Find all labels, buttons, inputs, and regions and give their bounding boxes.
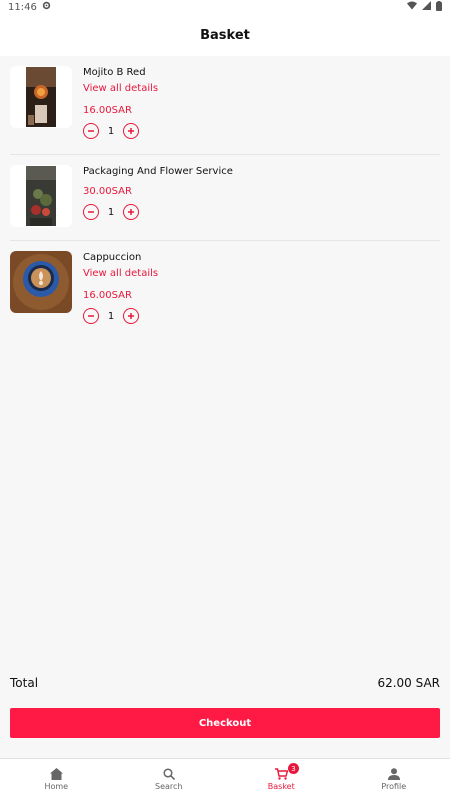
quantity-value: 1 [107, 310, 115, 322]
cart-icon [274, 768, 288, 780]
person-icon [387, 768, 400, 780]
decrease-button[interactable] [83, 204, 99, 220]
page-title: Basket [200, 27, 250, 43]
nav-label-basket: Basket [267, 782, 295, 791]
nav-label-profile: Profile [381, 782, 407, 791]
plus-icon [128, 313, 134, 319]
increase-button[interactable] [123, 308, 139, 324]
increase-button[interactable] [123, 123, 139, 139]
total-row: Total 62.00 SAR [10, 676, 440, 690]
nav-item-search[interactable]: Search [113, 759, 226, 800]
basket-item: Cappuccion View all details 16.00SAR 1 [10, 241, 440, 327]
battery-icon [436, 0, 442, 14]
nav-item-home[interactable]: Home [0, 759, 113, 800]
minus-icon [88, 211, 94, 213]
product-image[interactable] [10, 251, 72, 313]
quantity-stepper: 1 [83, 307, 440, 325]
quantity-stepper: 1 [83, 203, 440, 221]
basket-item: Mojito B Red View all details 16.00SAR 1 [10, 56, 440, 155]
total-value: 62.00 SAR [377, 676, 440, 690]
status-time: 11:46 [8, 1, 37, 13]
status-bar: 11:46 [0, 0, 450, 14]
view-details-link[interactable]: View all details [83, 267, 440, 281]
nav-item-basket[interactable]: 3 Basket [225, 759, 338, 800]
minus-icon [88, 315, 94, 317]
search-icon [163, 768, 175, 780]
signal-icon [422, 1, 431, 13]
item-price: 16.00SAR [83, 105, 132, 116]
minus-icon [88, 130, 94, 132]
basket-list: Mojito B Red View all details 16.00SAR 1 [0, 56, 450, 327]
item-price: 16.00SAR [83, 290, 132, 301]
plus-icon [128, 209, 134, 215]
view-details-link[interactable]: View all details [83, 82, 440, 96]
item-price: 30.00SAR [83, 186, 132, 197]
wifi-icon [407, 1, 417, 13]
total-label: Total [10, 676, 39, 690]
settings-gear-icon [42, 1, 51, 13]
quantity-stepper: 1 [83, 122, 440, 140]
quantity-value: 1 [107, 125, 115, 137]
bottom-nav: Home Search 3 Basket Profile [0, 758, 450, 800]
plus-icon [128, 128, 134, 134]
nav-item-profile[interactable]: Profile [338, 759, 450, 800]
home-icon [49, 768, 63, 780]
decrease-button[interactable] [83, 123, 99, 139]
checkout-button[interactable]: Checkout [10, 708, 440, 738]
product-image[interactable] [10, 165, 72, 227]
item-name: Mojito B Red [83, 67, 146, 78]
basket-item: Packaging And Flower Service 30.00SAR 1 [10, 155, 440, 241]
app-bar: Basket [0, 14, 450, 56]
decrease-button[interactable] [83, 308, 99, 324]
basket-count-badge: 3 [288, 763, 299, 774]
nav-label-search: Search [155, 782, 183, 791]
increase-button[interactable] [123, 204, 139, 220]
item-name: Cappuccion [83, 252, 142, 263]
product-image[interactable] [10, 66, 72, 128]
item-name: Packaging And Flower Service [83, 166, 233, 177]
quantity-value: 1 [107, 206, 115, 218]
nav-label-home: Home [44, 782, 69, 791]
